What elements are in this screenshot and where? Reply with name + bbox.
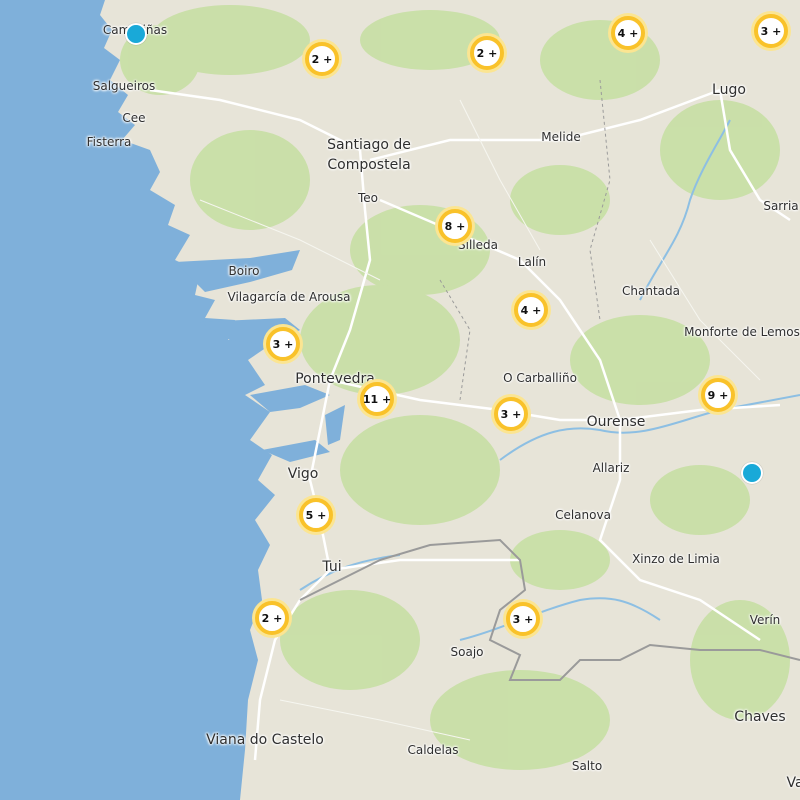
- cluster-count: 3 +: [760, 24, 782, 38]
- cluster-count: 8 +: [444, 219, 466, 233]
- place-label-lalin: Lalín: [517, 255, 547, 269]
- place-label-viana-do-castelo: Viana do Castelo: [206, 732, 324, 748]
- place-label-sarria: Sarria: [763, 199, 799, 213]
- cluster-count: 4 +: [617, 26, 639, 40]
- place-label-verin: Verín: [749, 613, 781, 627]
- cluster-marker[interactable]: 2 +: [252, 598, 292, 638]
- place-label-chantada: Chantada: [622, 284, 680, 298]
- cluster-count: 3 +: [272, 337, 294, 351]
- cluster-count: 3 +: [512, 612, 534, 626]
- place-label-ourense: Ourense: [586, 414, 646, 430]
- place-label-lugo: Lugo: [712, 82, 746, 98]
- location-pin-icon[interactable]: [125, 23, 147, 45]
- place-label-allariz: Allariz: [592, 461, 630, 475]
- cluster-marker[interactable]: 3 +: [491, 394, 531, 434]
- place-label-caldelas: Caldelas: [407, 743, 459, 757]
- location-pin-icon[interactable]: [741, 462, 763, 484]
- place-label-santiago-de-compostela: Santiago de Compostela: [327, 135, 411, 175]
- place-label-fisterra: Fisterra: [86, 135, 132, 149]
- cluster-count: 9 +: [707, 388, 729, 402]
- place-label-tui: Tui: [322, 559, 342, 575]
- place-label-salto: Salto: [571, 759, 603, 773]
- cluster-marker[interactable]: 3 +: [503, 599, 543, 639]
- cluster-marker[interactable]: 4 +: [511, 290, 551, 330]
- cluster-count: 4 +: [520, 303, 542, 317]
- cluster-marker[interactable]: 2 +: [302, 39, 342, 79]
- place-label-vilagarcia-de-arousa: Vilagarcía de Arousa: [227, 290, 351, 304]
- place-label-xinzo-de-limia: Xinzo de Limia: [632, 552, 720, 566]
- place-label-salgueiros: Salgueiros: [92, 79, 156, 93]
- cluster-count: 2 +: [311, 52, 333, 66]
- cluster-marker[interactable]: 2 +: [467, 33, 507, 73]
- place-label-vigo: Vigo: [287, 466, 319, 482]
- cluster-marker[interactable]: 3 +: [263, 324, 303, 364]
- cluster-count: 5 +: [305, 508, 327, 522]
- place-label-melide: Melide: [541, 130, 581, 144]
- place-label-soajo: Soajo: [450, 645, 484, 659]
- cluster-marker[interactable]: 11 +: [357, 379, 397, 419]
- place-label-o-carballino: O Carballiño: [503, 371, 577, 385]
- cluster-count: 2 +: [261, 611, 283, 625]
- cluster-marker[interactable]: 8 +: [435, 206, 475, 246]
- place-label-va: Va: [786, 775, 800, 791]
- cluster-marker[interactable]: 5 +: [296, 495, 336, 535]
- place-label-celanova: Celanova: [555, 508, 611, 522]
- place-label-teo: Teo: [357, 191, 379, 205]
- place-label-chaves: Chaves: [734, 709, 786, 725]
- cluster-marker[interactable]: 4 +: [608, 13, 648, 53]
- map-canvas[interactable]: Camariñas Salgueiros Cee Fisterra Santia…: [0, 0, 800, 800]
- place-label-monforte-de-lemos: Monforte de Lemos: [684, 325, 800, 339]
- cluster-count: 3 +: [500, 407, 522, 421]
- place-label-santiago-line1: Santiago de: [327, 137, 411, 153]
- basemap: [0, 0, 800, 800]
- cluster-marker[interactable]: 9 +: [698, 375, 738, 415]
- cluster-count: 2 +: [476, 46, 498, 60]
- place-label-santiago-line2: Compostela: [327, 157, 411, 173]
- cluster-count: 11 +: [362, 392, 392, 406]
- cluster-marker[interactable]: 3 +: [751, 11, 791, 51]
- place-label-cee: Cee: [122, 111, 146, 125]
- place-label-boiro: Boiro: [228, 264, 260, 278]
